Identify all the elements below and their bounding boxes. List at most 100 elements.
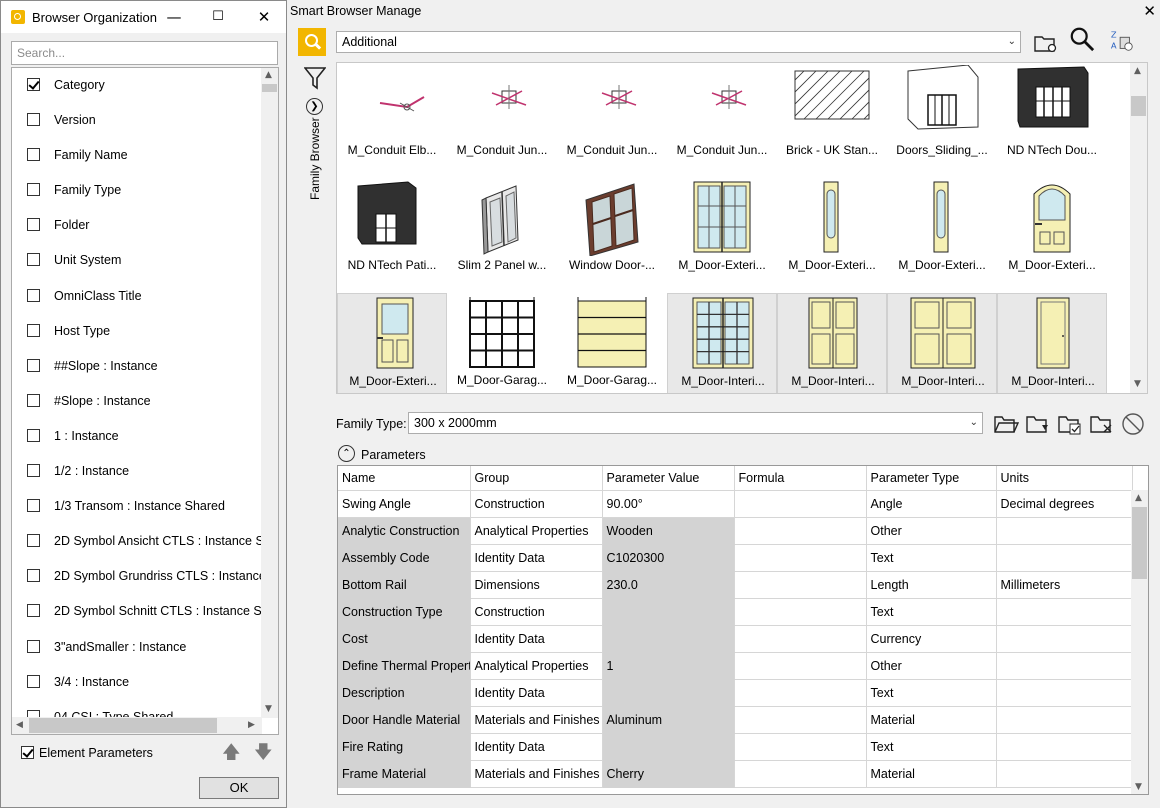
- cell-formula[interactable]: [734, 571, 867, 599]
- search-input[interactable]: [11, 41, 278, 65]
- family-tile[interactable]: ND NTech Dou...: [997, 63, 1107, 178]
- family-tile[interactable]: Brick - UK Stan...: [777, 63, 887, 178]
- list-item[interactable]: 1 : Instance: [12, 419, 262, 454]
- list-item[interactable]: 2D Symbol Schnitt CTLS : Instance Shared: [12, 594, 262, 629]
- folder-remove-icon[interactable]: [1088, 411, 1116, 437]
- cell-formula[interactable]: [734, 625, 867, 653]
- folder-check-icon[interactable]: [1056, 411, 1084, 437]
- cell-value[interactable]: [602, 733, 735, 761]
- cell-value[interactable]: 90.00°: [602, 490, 735, 518]
- cell-value[interactable]: [602, 625, 735, 653]
- cell-formula[interactable]: [734, 517, 867, 545]
- list-item[interactable]: 2D Symbol Ansicht CTLS : Instance Shared: [12, 524, 262, 559]
- family-tile[interactable]: M_Conduit Jun...: [557, 63, 667, 178]
- item-checkbox[interactable]: [27, 218, 40, 232]
- move-up-icon[interactable]: 🡅: [222, 744, 241, 762]
- item-checkbox[interactable]: [27, 674, 40, 688]
- list-item[interactable]: Family Type: [12, 173, 262, 208]
- cell-formula[interactable]: [734, 706, 867, 734]
- vertical-scrollbar[interactable]: ▲ ▼: [1131, 490, 1148, 794]
- family-tile[interactable]: M_Door-Interi...: [777, 293, 887, 393]
- scroll-thumb[interactable]: [29, 718, 217, 733]
- table-row[interactable]: Bottom Rail Dimensions 230.0 Length Millimet…: [338, 571, 1133, 599]
- column-header[interactable]: Formula: [734, 466, 867, 491]
- family-type-dropdown[interactable]: 300 x 2000mm ⌄: [408, 412, 983, 434]
- item-checkbox[interactable]: [27, 428, 40, 442]
- list-item[interactable]: Category: [12, 68, 262, 103]
- family-tile[interactable]: M_Conduit Jun...: [667, 63, 777, 178]
- item-checkbox[interactable]: [27, 393, 40, 407]
- table-row[interactable]: Construction Type Construction Text: [338, 598, 1133, 626]
- family-tile[interactable]: M_Door-Exteri...: [997, 178, 1107, 293]
- table-row[interactable]: Fire Rating Identity Data Text: [338, 733, 1133, 761]
- horizontal-scrollbar[interactable]: ◀ ▶: [12, 717, 262, 734]
- table-row[interactable]: Cost Identity Data Currency: [338, 625, 1133, 653]
- expand-panel-icon[interactable]: ❯: [306, 98, 323, 115]
- table-row[interactable]: Define Thermal Properties byAnalytical P…: [338, 652, 1133, 680]
- close-icon[interactable]: ✕: [251, 5, 277, 29]
- column-header[interactable]: Parameter Type: [866, 466, 997, 491]
- list-item[interactable]: Host Type: [12, 314, 262, 349]
- family-browser-tab[interactable]: Family Browser: [308, 117, 322, 200]
- folder-load-icon[interactable]: [1024, 411, 1052, 437]
- list-item[interactable]: 2D Symbol Grundriss CTLS : Instance Shar…: [12, 559, 262, 594]
- item-checkbox[interactable]: [27, 323, 40, 337]
- scroll-thumb[interactable]: [1131, 96, 1146, 116]
- scroll-right-icon[interactable]: ▶: [248, 720, 255, 730]
- list-item[interactable]: 1/2 : Instance: [12, 454, 262, 489]
- cell-value[interactable]: C1020300: [602, 544, 735, 572]
- item-checkbox[interactable]: [27, 569, 40, 583]
- cell-formula[interactable]: [734, 733, 867, 761]
- column-header[interactable]: Group: [470, 466, 603, 491]
- cell-value[interactable]: Aluminum: [602, 706, 735, 734]
- table-row[interactable]: Frame Material Materials and Finishes Cher…: [338, 760, 1133, 788]
- family-tile[interactable]: M_Conduit Jun...: [447, 63, 557, 178]
- item-checkbox[interactable]: [27, 113, 40, 127]
- cell-formula[interactable]: [734, 598, 867, 626]
- item-checkbox[interactable]: [27, 639, 40, 653]
- family-tile[interactable]: Slim 2 Panel w...: [447, 178, 557, 293]
- scroll-thumb[interactable]: [262, 84, 277, 92]
- item-checkbox[interactable]: [27, 78, 40, 91]
- filter-icon[interactable]: [304, 66, 326, 90]
- list-item[interactable]: #Slope : Instance: [12, 384, 262, 419]
- list-item[interactable]: Unit System: [12, 243, 262, 278]
- sort-icon[interactable]: Z A: [1108, 28, 1136, 54]
- family-tile[interactable]: M_Door-Interi...: [667, 293, 777, 393]
- item-checkbox[interactable]: [27, 534, 40, 548]
- family-tile[interactable]: M_Door-Interi...: [887, 293, 997, 393]
- list-item[interactable]: Family Name: [12, 138, 262, 173]
- family-tile[interactable]: M_Conduit Elb...: [337, 63, 447, 178]
- family-tile[interactable]: Doors_Sliding_...: [887, 63, 997, 178]
- list-item[interactable]: OmniClass Title: [12, 279, 262, 314]
- scroll-up-icon[interactable]: ▲: [1135, 493, 1142, 503]
- maximize-icon[interactable]: ☐: [205, 5, 231, 29]
- list-item[interactable]: 3/4 : Instance: [12, 665, 262, 700]
- cell-value[interactable]: [602, 679, 735, 707]
- family-tile[interactable]: M_Door-Garag...: [447, 293, 557, 393]
- cell-value[interactable]: Wooden: [602, 517, 735, 545]
- item-checkbox[interactable]: [27, 464, 40, 478]
- cell-formula[interactable]: [734, 544, 867, 572]
- item-checkbox[interactable]: [27, 148, 40, 162]
- scroll-up-icon[interactable]: ▲: [1134, 66, 1141, 76]
- family-tile[interactable]: Window Door-...: [557, 178, 667, 293]
- cell-value[interactable]: [602, 598, 735, 626]
- move-down-icon[interactable]: 🡇: [254, 744, 273, 762]
- column-header[interactable]: Name: [338, 466, 471, 491]
- item-checkbox[interactable]: [27, 499, 40, 513]
- scroll-down-icon[interactable]: ▼: [1134, 379, 1141, 389]
- family-tile[interactable]: M_Door-Exteri...: [337, 293, 447, 393]
- vertical-scrollbar[interactable]: ▲ ▼: [261, 68, 278, 718]
- vertical-scrollbar[interactable]: ▲ ▼: [1130, 63, 1147, 393]
- item-checkbox[interactable]: [27, 604, 40, 618]
- collapse-icon[interactable]: ⌃: [338, 445, 355, 462]
- family-tile[interactable]: M_Door-Exteri...: [777, 178, 887, 293]
- category-dropdown[interactable]: Additional ⌄: [336, 31, 1021, 53]
- list-item[interactable]: 1/3 Transom : Instance Shared: [12, 489, 262, 524]
- table-row[interactable]: Description Identity Data Text: [338, 679, 1133, 707]
- ok-button[interactable]: OK: [199, 777, 279, 799]
- scroll-down-icon[interactable]: ▼: [1135, 782, 1142, 792]
- column-header[interactable]: Units: [996, 466, 1133, 491]
- list-item[interactable]: 04 CSI : Type Shared: [12, 700, 262, 718]
